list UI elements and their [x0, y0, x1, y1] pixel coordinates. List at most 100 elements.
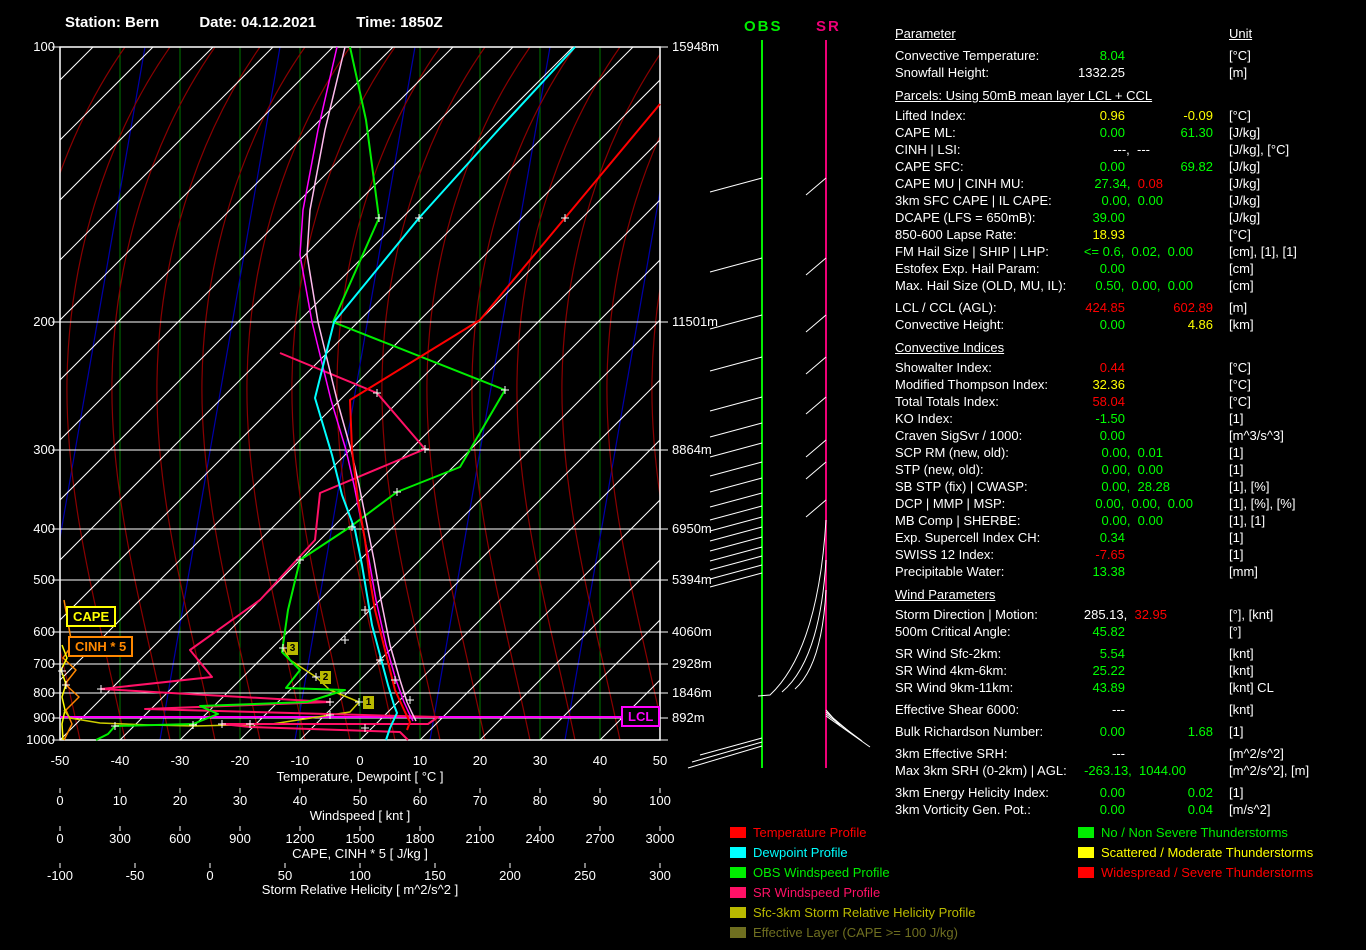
row-value-segment: 0.00: [1099, 261, 1125, 276]
cape-axis-tick: 2400: [525, 831, 555, 846]
row-value-segment: 58.04: [1092, 394, 1125, 409]
row-label: Bulk Richardson Number:: [895, 724, 1044, 739]
row-value-lcl: 5.54: [1100, 646, 1125, 662]
cape-axis-title: CAPE, CINH * 5 [ J/kg ]: [292, 846, 428, 861]
obs-wind-barb: [709, 422, 763, 438]
obs-column-label: OBS: [744, 18, 783, 35]
row-label: 850-600 Lapse Rate:: [895, 227, 1017, 242]
row-value-lcl: ---: [1112, 702, 1125, 718]
sr-wind-barb: [805, 177, 827, 196]
row-value-wide: -263.13, 1044.00: [1084, 763, 1186, 779]
row-unit: [mm]: [1229, 564, 1258, 579]
row-label: 500m Critical Angle:: [895, 624, 1011, 639]
pressure-tick-label: 900: [33, 710, 55, 725]
row-value-segment: 32.95: [1127, 607, 1167, 622]
row-value-segment: 0.44: [1099, 360, 1125, 375]
wind-axis-tick: 70: [472, 793, 488, 808]
legend-swatch: [1078, 847, 1094, 858]
srh-axis-tick: 300: [649, 868, 671, 883]
row-value-segment: 43.89: [1092, 680, 1125, 695]
row-label: Effective Shear 6000:: [895, 702, 1020, 717]
legend-item: No / Non Severe Thunderstorms: [1078, 825, 1288, 840]
sr-wind-barb: [805, 439, 827, 458]
obs-wind-barb: [709, 356, 763, 372]
row-unit: [cm]: [1229, 278, 1254, 293]
table-row: 500m Critical Angle: 45.82 [°]: [895, 624, 1366, 641]
legend-label: Widespread / Severe Thunderstorms: [1101, 865, 1314, 880]
profile-plus-marker: [97, 685, 105, 693]
row-label: CINH | LSI:: [895, 142, 961, 157]
table-row: Bulk Richardson Number: 0.00 1.68 [1]: [895, 724, 1366, 741]
row-value-wide: 0.00, 0.00: [1102, 193, 1163, 209]
row-value-segment: 0.00, 0.01: [1101, 445, 1163, 460]
row-label: CAPE SFC:: [895, 159, 964, 174]
col-parameter: Parameter: [895, 26, 956, 41]
sr-column-label: SR: [816, 18, 841, 35]
obs-wind-barb: [709, 477, 763, 493]
row-unit: [knt]: [1229, 663, 1254, 678]
temp-axis-tick: 20: [472, 753, 488, 768]
table-row: Effective Shear 6000: --- [knt]: [895, 702, 1366, 719]
legend-label: Sfc-3km Storm Relative Helicity Profile: [753, 905, 976, 920]
row-value-lcl: 8.04: [1100, 48, 1125, 64]
row-value-segment: 0.34: [1099, 530, 1125, 545]
row-value-wide: 0.00, 0.00: [1102, 462, 1163, 478]
row-value-lcl: 0.34: [1100, 530, 1125, 546]
row-unit: [km]: [1229, 317, 1254, 332]
row-unit: [°C]: [1229, 377, 1251, 392]
table-row: SR Wind 9km-11km: 43.89 [knt] CL: [895, 680, 1366, 697]
row-value-segment: 18.93: [1092, 227, 1125, 242]
altitude-tick-label: 15948m: [672, 39, 719, 54]
legend-swatch: [730, 887, 746, 898]
wind-axis-tick: 80: [532, 793, 548, 808]
legend-item: Effective Layer (CAPE >= 100 J/kg): [730, 925, 958, 940]
table-row: 3km SFC CAPE | IL CAPE: 0.00, 0.00 [J/kg]: [895, 193, 1366, 210]
table-row: Showalter Index: 0.44 [°C]: [895, 360, 1366, 377]
legend-swatch: [730, 907, 746, 918]
row-value-lcl: 0.00: [1100, 724, 1125, 740]
pressure-tick-label: 200: [33, 314, 55, 329]
obs-wind-barb: [709, 442, 763, 458]
row-label: Lifted Index:: [895, 108, 966, 123]
table-row: Lifted Index: 0.96 -0.09 [°C]: [895, 108, 1366, 125]
srh-km-marker: 1: [363, 696, 374, 709]
row-value-segment: -0.09: [1183, 108, 1213, 123]
table-row: 3km Energy Helicity Index: 0.00 0.02 [1]: [895, 785, 1366, 802]
sr-wind-barb: [805, 396, 827, 415]
obs-wind-barb: [687, 745, 763, 769]
table-row: SB STP (fix) | CWASP: 0.00, 28.28 [1], [%]: [895, 479, 1366, 496]
row-value-segment: 0.00: [1099, 724, 1125, 739]
row-label: Estofex Exp. Hail Param:: [895, 261, 1040, 276]
legend-label: OBS Windspeed Profile: [753, 865, 890, 880]
row-unit: [1]: [1229, 785, 1244, 800]
table-row: Max. Hail Size (OLD, MU, IL): 0.50, 0.00,…: [895, 278, 1366, 295]
wind-axis-tick: 90: [592, 793, 608, 808]
row-unit: [cm]: [1229, 261, 1254, 276]
row-unit: [°C]: [1229, 227, 1251, 242]
table-row: FM Hail Size | SHIP | LHP: <= 0.6, 0.02, …: [895, 244, 1366, 261]
row-unit: [1]: [1229, 462, 1244, 477]
altitude-tick-label: 11501m: [672, 314, 719, 329]
row-unit: [J/kg]: [1229, 159, 1261, 174]
row-label: SR Wind Sfc-2km:: [895, 646, 1002, 661]
obs-wind-barb: [709, 492, 763, 508]
wind-axis-tick: 20: [172, 793, 188, 808]
legend-item: Scattered / Moderate Thunderstorms: [1078, 845, 1313, 860]
table-section-title: Parcels: Using 50mB mean layer LCL + CCL: [895, 88, 1153, 103]
row-label: Max. Hail Size (OLD, MU, IL):: [895, 278, 1067, 293]
row-value-wide: 0.00, 28.28: [1101, 479, 1170, 495]
row-unit: [°C]: [1229, 108, 1251, 123]
row-unit: [1]: [1229, 530, 1244, 545]
legend-item: Sfc-3km Storm Relative Helicity Profile: [730, 905, 976, 920]
temp-axis-tick: 50: [652, 753, 668, 768]
parameter-table: Parameter Value LCL Value CCL Unit Conve…: [895, 26, 1366, 819]
row-value-segment: 0.00: [1099, 317, 1125, 332]
row-value-ccl: 602.89: [1173, 300, 1213, 316]
row-value-segment: 27.34,: [1094, 176, 1131, 191]
row-value-segment: ---, ---: [1113, 142, 1150, 157]
row-value-segment: 32.36: [1092, 377, 1125, 392]
table-row: SR Wind Sfc-2km: 5.54 [knt]: [895, 646, 1366, 663]
table-row: Modified Thompson Index: 32.36 [°C]: [895, 377, 1366, 394]
sr-wind-barb: [805, 356, 827, 375]
row-unit: [1]: [1229, 445, 1244, 460]
